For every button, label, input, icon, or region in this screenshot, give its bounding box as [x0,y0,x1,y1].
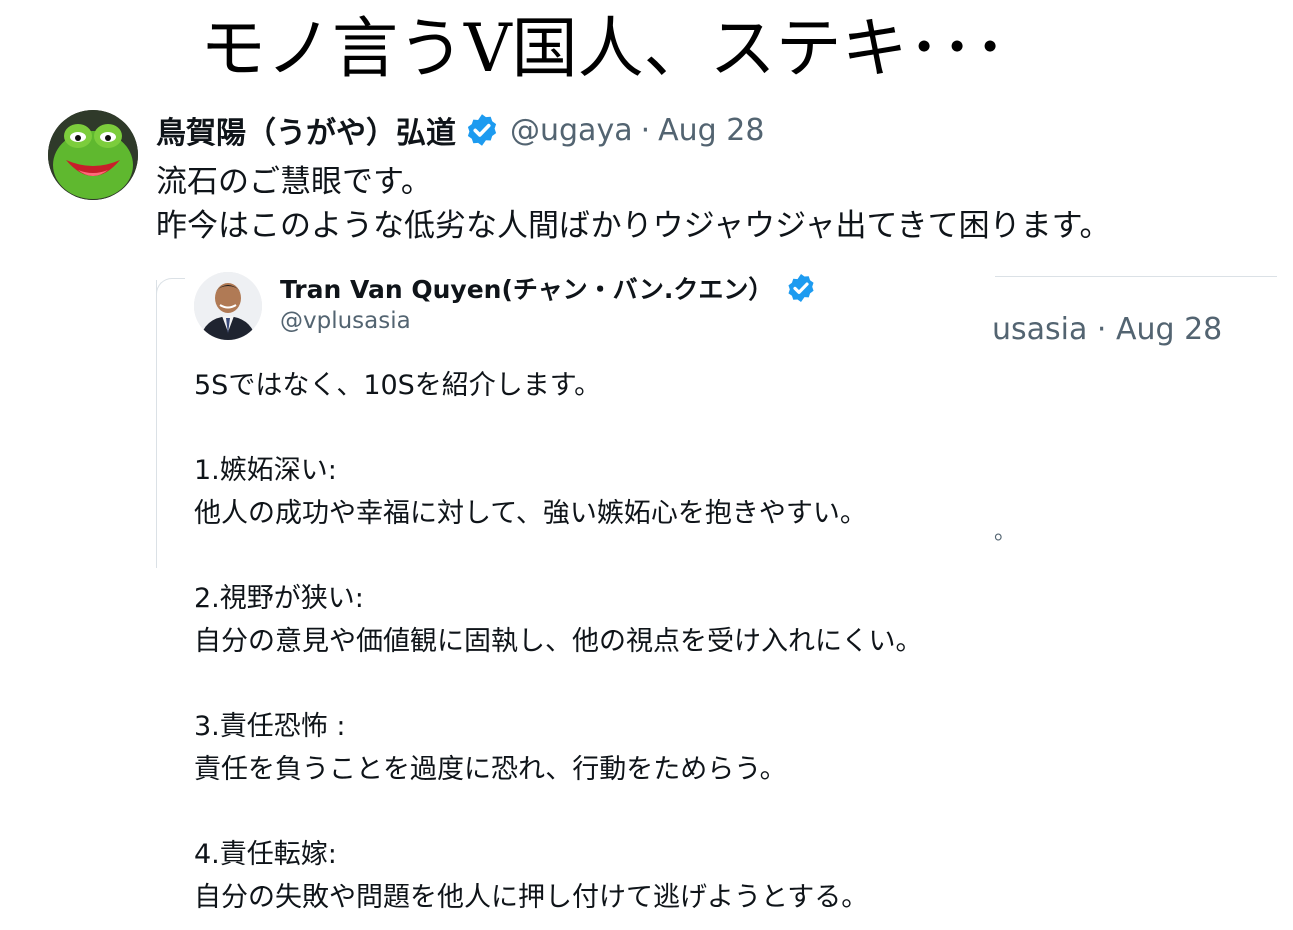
verified-badge-icon [467,114,497,146]
quoted-author-name[interactable]: Tran Van Quyen(チャン・バン.クエン） [280,270,827,306]
quoted-line: 他人の成功や幸福に対して、強い嫉妬心を抱きやすい。 [194,498,867,529]
author-handle[interactable]: @ugaya [510,113,633,148]
quoted-line-gap [194,407,922,449]
tweet-text-line: 昨今はこのような低劣な人間ばかりウジャウジャ出てきて困ります。 [156,208,1111,244]
quoted-line: 自分の意見や価値観に固執し、他の視点を受け入れにくい。 [194,626,923,657]
quoted-line: 自分の失敗や問題を他人に押し付けて逃げようとする。 [194,882,869,913]
verified-badge-icon [788,274,814,302]
tweet-date[interactable]: Aug 28 [658,113,764,148]
author-avatar[interactable] [48,110,138,200]
quoted-line: 4.責任転嫁: [194,839,337,870]
tweet-text-line: 流石のご慧眼です。 [156,164,432,200]
tweet-header: 鳥賀陽（うがや）弘道 @ugaya · Aug 28 [156,108,764,152]
quote-card-corner [156,278,185,307]
quoted-line: 責任を負うことを過度に恐れ、行動をためらう。 [194,754,787,785]
quoted-tweet-body: 5Sではなく、10Sを紹介します。 1.嫉妬深い: 他人の成功や幸福に対して、強… [194,364,922,919]
quote-card-top-rule [995,276,1277,277]
quoted-line: 3.責任恐怖 : [194,711,346,742]
author-name[interactable]: 鳥賀陽（うがや）弘道 [156,108,456,152]
tweet-text: 流石のご慧眼です。 昨今はこのような低劣な人間ばかりウジャウジャ出てきて困ります… [156,160,1111,248]
quoted-line-gap [194,535,922,577]
headline-caption: モノ言うV国人、ステキ･･･ [200,10,1007,87]
quoted-author-handle[interactable]: @vplusasia [280,308,411,334]
quoted-line: 2.視野が狭い: [194,583,364,614]
quoted-line-gap [194,791,922,833]
quoted-line: 5Sではなく、10Sを紹介します。 [194,370,602,401]
underlying-tweet-fragment: 。 [994,520,1017,545]
quoted-author-avatar[interactable] [194,272,262,340]
quoted-line-gap [194,663,922,705]
quoted-line: 1.嫉妬深い: [194,455,337,486]
person-avatar-icon [194,272,262,340]
meta-separator: · [640,112,651,148]
quote-card-border [156,280,157,568]
underlying-tweet-meta: usasia · Aug 28 [992,312,1223,347]
kermit-avatar-icon [48,110,138,200]
quoted-author-name-text: Tran Van Quyen(チャン・バン.クエン） [280,275,774,304]
